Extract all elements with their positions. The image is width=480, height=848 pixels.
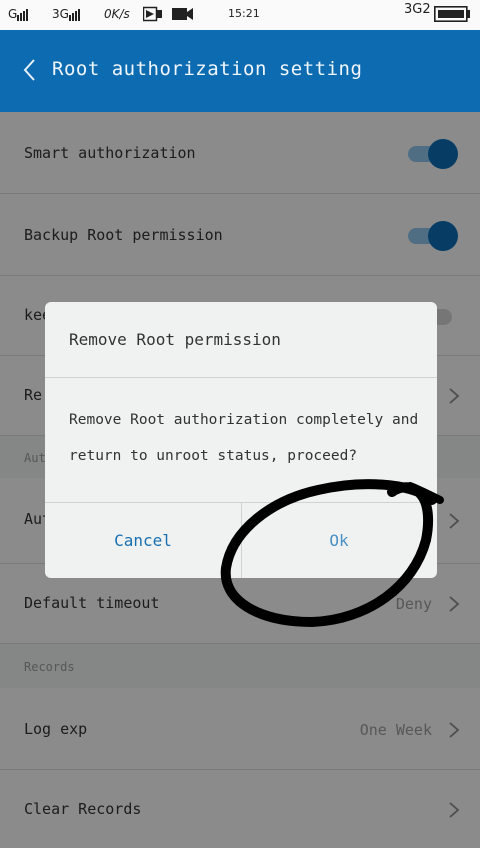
cancel-button[interactable]: Cancel [45, 502, 241, 578]
dialog-message: Remove Root authorization completely and… [69, 412, 419, 464]
signal-icon: G [8, 7, 29, 21]
back-arrow-icon[interactable] [22, 58, 38, 82]
remove-root-dialog: Remove Root permission Remove Root autho… [45, 302, 437, 578]
network-type-right: 3G2 [404, 2, 431, 17]
network-type: 3G [52, 7, 81, 21]
page-title: Root authorization setting [52, 58, 363, 80]
camera-icon [172, 6, 194, 25]
divider [45, 377, 437, 378]
status-bar: G 3G 0K/s 15:21 3G2 [0, 0, 480, 30]
clock: 15:21 [228, 7, 260, 20]
dialog-title: Remove Root permission [69, 330, 281, 349]
app-bar: Root authorization setting [0, 30, 480, 112]
video-icon [142, 6, 163, 25]
battery-icon [434, 6, 470, 25]
ok-button[interactable]: Ok [241, 502, 437, 578]
net-speed: 0K/s [104, 7, 130, 21]
